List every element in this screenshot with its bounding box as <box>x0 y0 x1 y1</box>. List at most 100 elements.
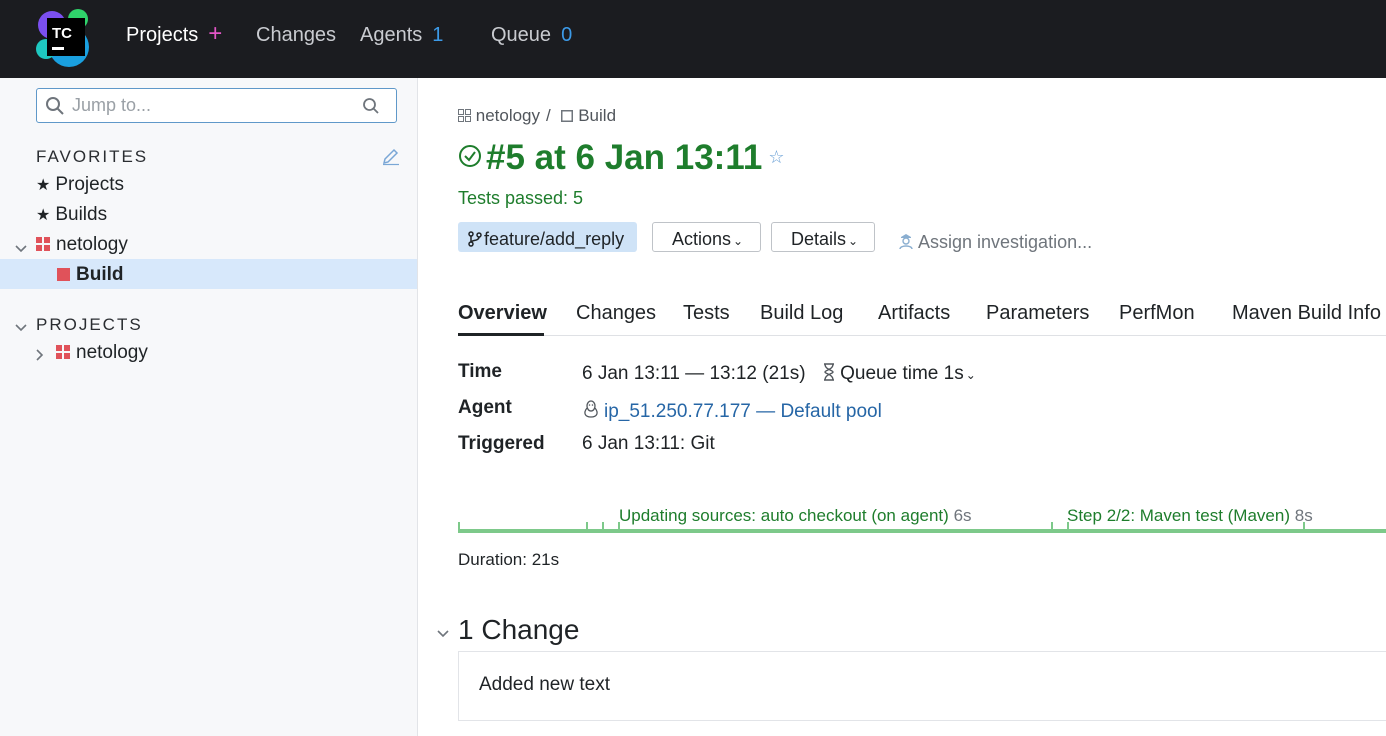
stage-maven-label: Step 2/2: Maven test (Maven) <box>1067 506 1290 525</box>
nav-agents-label[interactable]: Agents <box>360 24 422 46</box>
branch-label: feature/add_reply <box>484 229 625 249</box>
agent-pool-link[interactable]: Default pool <box>780 401 881 422</box>
sidebar: Jump to... FAVORITES ★ Projects ★ Builds n… <box>0 78 418 736</box>
active-tab-indicator <box>458 333 544 336</box>
fav-build-label[interactable]: Build <box>76 264 124 285</box>
tab-build-log[interactable]: Build Log <box>760 302 843 325</box>
chevron-down-icon[interactable] <box>15 319 27 335</box>
stage-checkout-duration: 6s <box>953 506 972 525</box>
agent-link[interactable]: ip_51.250.77.177 <box>604 401 751 422</box>
time-value: 6 Jan 13:11 — 13:12 (21s) Queue time 1s ⌄ <box>582 361 976 385</box>
star-outline-icon[interactable]: ☆ <box>768 147 784 168</box>
project-icon <box>36 235 50 257</box>
chevron-down-icon[interactable] <box>15 240 27 256</box>
nav-projects[interactable]: Projects + <box>126 22 222 47</box>
chevron-down-icon[interactable]: ⌄ <box>966 368 976 382</box>
branch-icon <box>468 231 482 252</box>
search-submit-icon[interactable] <box>362 97 380 120</box>
project-icon <box>56 343 70 365</box>
add-project-icon[interactable]: + <box>208 20 222 47</box>
logo-text: TC <box>52 25 72 42</box>
nav-agents[interactable]: Agents 1 <box>360 24 443 47</box>
actions-label: Actions <box>672 229 732 249</box>
triggered-value: 6 Jan 13:11: Git <box>582 433 715 454</box>
timeline-tick <box>1051 522 1053 531</box>
time-label: Time <box>458 361 503 382</box>
favorite-projects[interactable]: ★ Projects <box>36 174 124 196</box>
queue-count: 0 <box>561 24 573 46</box>
timeline-stage-maven-test[interactable]: Step 2/2: Maven test (Maven) 8s <box>1067 506 1313 526</box>
build-title-text: #5 at 6 Jan 13:11 <box>486 138 763 177</box>
investigator-icon <box>898 232 914 255</box>
star-icon: ★ <box>36 207 51 224</box>
actions-button[interactable]: Actions ⌄ <box>652 222 761 252</box>
nav-changes[interactable]: Changes <box>256 24 336 47</box>
timeline-stage-checkout[interactable]: Updating sources: auto checkout (on agen… <box>619 506 972 526</box>
stage-checkout-label: Updating sources: auto checkout (on agen… <box>619 506 949 525</box>
stage-maven-duration: 8s <box>1294 506 1313 525</box>
star-icon: ★ <box>36 177 51 194</box>
queue-time-toggle[interactable]: Queue time 1s <box>840 363 964 384</box>
project-label[interactable]: netology <box>76 342 148 363</box>
tab-tests[interactable]: Tests <box>683 302 730 325</box>
favorite-builds[interactable]: ★ Builds <box>36 204 107 226</box>
hourglass-icon <box>823 363 835 387</box>
tests-passed[interactable]: Tests passed: 5 <box>458 188 583 209</box>
build-duration: Duration: 21s <box>458 550 560 569</box>
tab-artifacts[interactable]: Artifacts <box>878 302 950 325</box>
details-button[interactable]: Details ⌄ <box>771 222 875 252</box>
build-tabs: Overview Changes Tests Build Log Artifac… <box>458 300 1386 336</box>
edit-favorites-icon[interactable] <box>381 148 401 171</box>
chevron-down-icon: ⌄ <box>733 234 744 248</box>
success-check-icon <box>458 137 482 177</box>
tab-maven-build-info[interactable]: Maven Build Info <box>1232 302 1381 325</box>
nav-projects-label[interactable]: Projects <box>126 24 198 46</box>
grid-icon <box>458 107 471 127</box>
triggered-label: Triggered <box>458 433 545 454</box>
chevron-down-icon: ⌄ <box>848 234 859 248</box>
jump-to-search[interactable]: Jump to... <box>36 88 397 123</box>
favorites-title: FAVORITES <box>36 147 149 166</box>
assign-investigation[interactable]: Assign investigation... <box>898 230 1092 253</box>
build-config-icon <box>57 265 70 287</box>
agent-value: ip_51.250.77.177 — Default pool <box>582 397 882 423</box>
tab-changes[interactable]: Changes <box>576 302 656 325</box>
project-netology[interactable]: netology <box>56 342 148 364</box>
search-input[interactable]: Jump to... <box>72 95 151 116</box>
nav-queue[interactable]: Queue 0 <box>491 24 572 47</box>
tab-overview[interactable]: Overview <box>458 302 547 325</box>
tab-perfmon[interactable]: PerfMon <box>1119 302 1195 325</box>
breadcrumb: netology / Build <box>458 106 616 126</box>
tab-parameters[interactable]: Parameters <box>986 302 1089 325</box>
time-value-text: 6 Jan 13:11 — 13:12 (21s) <box>582 363 806 384</box>
change-item[interactable]: Added new text <box>458 651 1386 721</box>
favorite-projects-label[interactable]: Projects <box>55 174 124 195</box>
breadcrumb-build[interactable]: Build <box>578 106 616 125</box>
details-label: Details <box>791 229 847 249</box>
nav-queue-label[interactable]: Queue <box>491 24 551 46</box>
favorite-builds-label[interactable]: Builds <box>55 204 107 225</box>
search-icon <box>45 96 65 121</box>
linux-icon <box>582 399 600 425</box>
build-timeline[interactable] <box>458 529 1386 533</box>
change-message[interactable]: Added new text <box>479 674 610 696</box>
top-navigation-bar: TC Projects + Changes Agents 1 Queue 0 <box>0 0 1386 78</box>
fav-project-label[interactable]: netology <box>56 234 128 255</box>
build-title: #5 at 6 Jan 13:11 ☆ <box>458 138 784 180</box>
assign-investigation-label[interactable]: Assign investigation... <box>918 232 1092 252</box>
agent-label: Agent <box>458 397 512 418</box>
breadcrumb-separator: / <box>546 106 551 125</box>
timeline-tick <box>602 522 604 531</box>
branch-badge[interactable]: feature/add_reply <box>458 222 637 252</box>
fav-build-item[interactable]: Build <box>57 264 124 286</box>
timeline-tick <box>586 522 588 531</box>
breadcrumb-project[interactable]: netology <box>476 106 540 125</box>
changes-heading[interactable]: 1 Change <box>458 614 579 646</box>
agents-count: 1 <box>432 24 444 46</box>
fav-project-netology[interactable]: netology <box>36 234 128 256</box>
chevron-down-icon[interactable] <box>437 625 449 643</box>
build-config-outline-icon <box>561 107 574 127</box>
timeline-tick <box>458 522 460 531</box>
chevron-right-icon[interactable] <box>36 348 44 364</box>
teamcity-logo[interactable]: TC <box>36 7 98 69</box>
